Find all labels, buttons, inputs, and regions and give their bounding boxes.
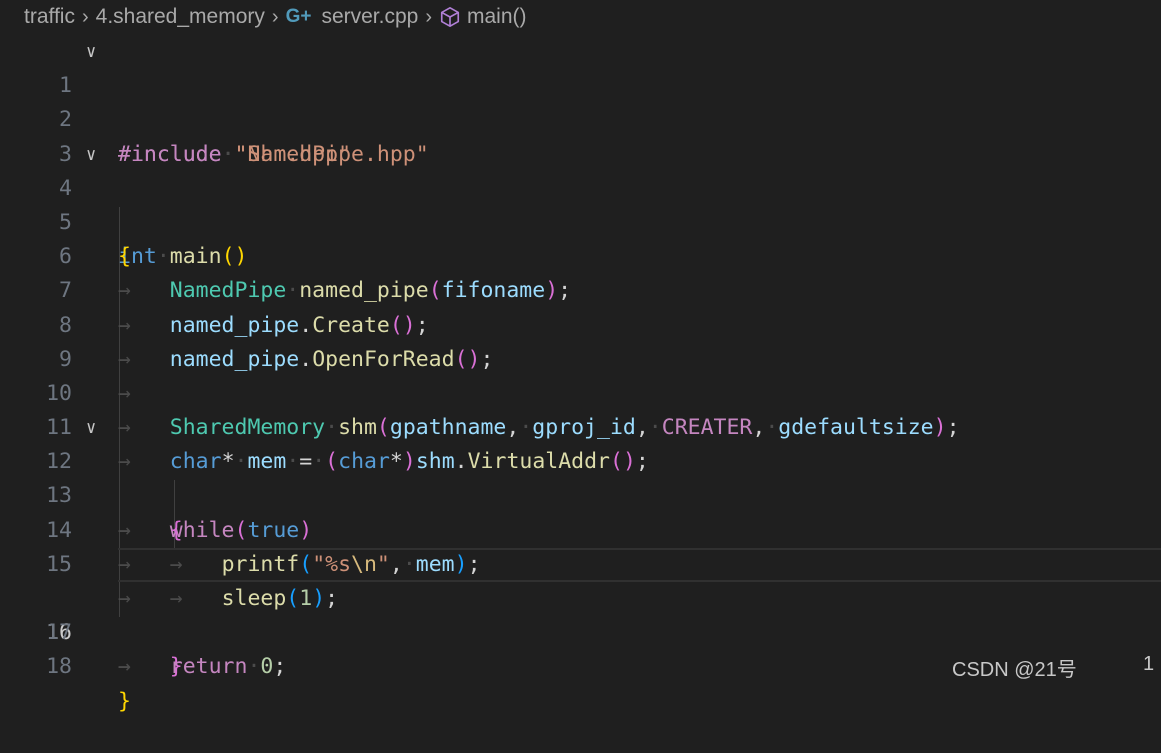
code-line[interactable]: 9 → — [0, 309, 1161, 406]
code-line[interactable]: 15 → → sleep(1); — [0, 514, 1161, 611]
chevron-right-icon: › — [81, 5, 89, 28]
code-line[interactable]: 2 #include·"NamedPipe.hpp" — [0, 69, 1161, 166]
chevron-down-icon[interactable]: ∨ — [86, 35, 96, 69]
cpp-icon: G+ — [285, 6, 312, 27]
code-line[interactable]: 4 ∨ int·main() — [0, 138, 1161, 270]
current-line-highlight — [118, 547, 1161, 582]
code-line[interactable]: 3 — [0, 103, 1161, 167]
chevron-down-icon[interactable]: ∨ — [86, 138, 96, 172]
code-line[interactable]: 18 } — [0, 616, 1161, 713]
chevron-right-icon: › — [425, 5, 432, 28]
code-line[interactable]: 12 ∨ → while(true) — [0, 411, 1161, 543]
breadcrumb-subfolder[interactable]: 4.shared_memory — [96, 5, 265, 29]
code-line-current[interactable]: 16 → } — [0, 547, 1161, 679]
code-line[interactable]: 14 → → printf("%s\n",·mem); — [0, 479, 1161, 577]
line-number: 18 — [46, 654, 72, 680]
code-line[interactable]: 5 { — [0, 172, 1161, 269]
watermark-text: CSDN @21号 — [952, 659, 1077, 681]
chevron-down-icon[interactable]: ∨ — [86, 411, 96, 445]
code-line[interactable]: 8 → named_pipe.OpenForRead(); — [0, 274, 1161, 372]
breadcrumb-symbol[interactable]: main() — [467, 5, 527, 29]
code-editor[interactable]: 1 ∨ #include·"Shm.hpp" 2 #include·"Named… — [0, 35, 1161, 714]
chevron-right-icon: › — [271, 5, 279, 28]
number-token: 0 — [260, 654, 274, 680]
code-line[interactable]: 11 → char*·mem·=·(char*)shm.VirtualAddr(… — [0, 377, 1161, 474]
breadcrumb: traffic › 4.shared_memory › G+ server.cp… — [0, 0, 1161, 34]
watermark-extra: 1 — [1143, 653, 1155, 675]
code-line[interactable]: 17 → return·0; — [0, 582, 1161, 679]
cube-icon — [439, 6, 461, 28]
code-line[interactable]: 13 → { — [0, 445, 1161, 542]
keyword-token: return — [169, 654, 248, 680]
breadcrumb-file[interactable]: server.cpp — [321, 5, 418, 29]
code-line[interactable]: 1 ∨ #include·"Shm.hpp" — [0, 35, 1161, 167]
code-line[interactable]: 6 → NamedPipe·named_pipe(fifoname); — [0, 206, 1161, 303]
code-line[interactable]: 10 → SharedMemory·shm(gpathname,·gproj_i… — [0, 343, 1161, 440]
breadcrumb-folder[interactable]: traffic — [24, 5, 75, 29]
code-line[interactable]: 7 → named_pipe.Create(); — [0, 240, 1161, 337]
